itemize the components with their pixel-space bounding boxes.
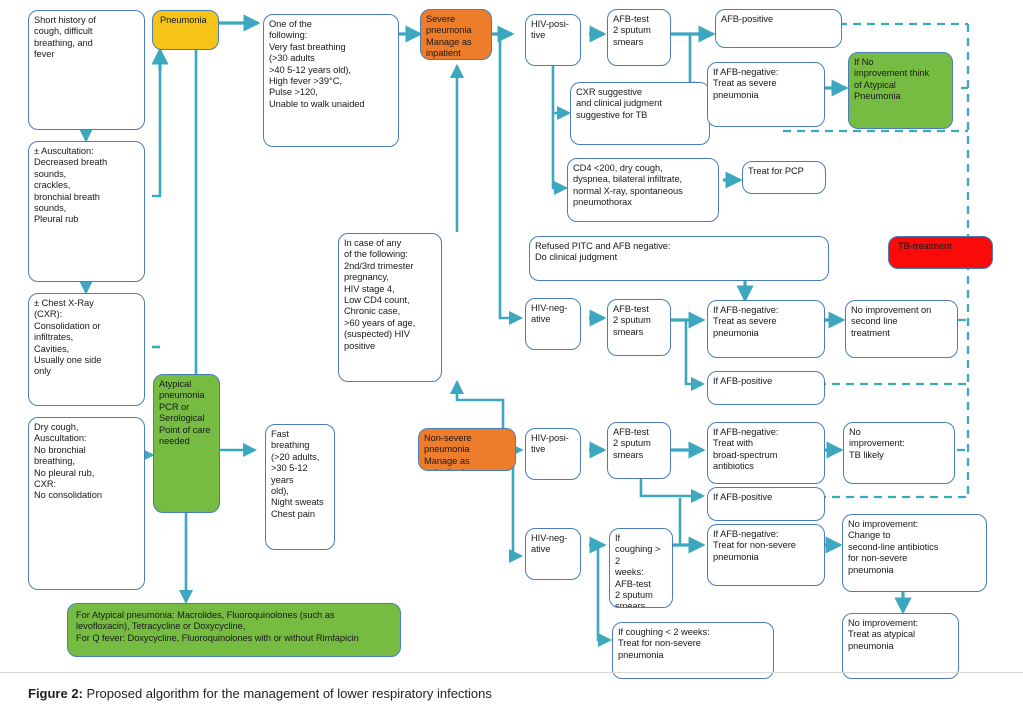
node-no-improvement-atypical[interactable]: If No improvement think of Atypical Pneu… [848,52,953,129]
node-one-of-following[interactable]: One of the following: Very fast breathin… [263,14,399,147]
node-no-improvement-change[interactable]: No improvement: Change to second-line an… [842,514,987,592]
node-no-improvement-second-line[interactable]: No improvement on second line treatment [845,300,958,358]
node-pneumonia[interactable]: Pneumonia [152,10,219,50]
node-refused-pitc[interactable]: Refused PITC and AFB negative: Do clinic… [529,236,829,281]
node-fast-breathing[interactable]: Fast breathing (>20 adults, >30 5-12 yea… [265,424,335,550]
node-afb-positive-3[interactable]: If AFB-positive [707,487,825,521]
node-hiv-negative-1[interactable]: HIV-neg- ative [525,298,581,350]
figure-caption-text: Proposed algorithm for the management of… [82,686,492,701]
node-hiv-positive-1[interactable]: HIV-posi- tive [525,14,581,66]
node-treat-for-pcp[interactable]: Treat for PCP [742,161,826,194]
node-afb-positive-2[interactable]: If AFB-positive [707,371,825,405]
node-hiv-positive-2[interactable]: HIV-posi- tive [525,428,581,480]
node-afb-negative-severe-1[interactable]: If AFB-negative: Treat as severe pneumon… [707,62,825,127]
node-afb-negative-severe-2[interactable]: If AFB-negative: Treat as severe pneumon… [707,300,825,358]
node-non-severe-pneumonia[interactable]: Non-severe pneumonia Manage as outpatien… [418,428,516,471]
node-in-case-of-any[interactable]: In case of any of the following: 2nd/3rd… [338,233,442,382]
node-afb-negative-nonsevere[interactable]: If AFB-negative: Treat for non-severe pn… [707,524,825,586]
node-atypical-treatment[interactable]: For Atypical pneumonia: Macrolides, Fluo… [67,603,401,657]
node-auscultation[interactable]: ± Auscultation: Decreased breath sounds,… [28,141,145,282]
figure-canvas: Short history of cough, difficult breath… [0,0,1023,715]
node-short-history[interactable]: Short history of cough, difficult breath… [28,10,145,130]
figure-label: Figure 2: [28,686,83,701]
node-cd4-under-200[interactable]: CD4 <200, dry cough, dyspnea, bilateral … [567,158,719,222]
node-afb-negative-broad[interactable]: If AFB-negative: Treat with broad-spectr… [707,422,825,484]
node-afb-test-2[interactable]: AFB-test 2 sputum smears [607,299,671,356]
caption-divider [0,672,1023,673]
node-cxr-suggestive[interactable]: CXR suggestive and clinical judgment sug… [570,82,710,145]
node-severe-pneumonia[interactable]: Severe pneumonia Manage as inpatient [420,9,492,60]
node-no-improvement-atypical-2[interactable]: No improvement: Treat as atypical pneumo… [842,613,959,679]
node-dry-cough[interactable]: Dry cough, Auscultation: No bronchial br… [28,417,145,590]
node-tb-treatment[interactable]: TB-treatment [888,236,993,269]
node-atypical-pcr[interactable]: Atypical pneumonia PCR or Serological Po… [153,374,220,513]
node-if-coughing-over-2[interactable]: If coughing > 2 weeks: AFB-test 2 sputum… [609,528,673,608]
figure-caption: Figure 2: Proposed algorithm for the man… [28,686,492,701]
node-if-coughing-under-2[interactable]: If coughing < 2 weeks: Treat for non-sev… [612,622,774,679]
node-hiv-negative-2[interactable]: HIV-neg- ative [525,528,581,580]
node-afb-test-3[interactable]: AFB-test 2 sputum smears [607,422,671,479]
node-no-improvement-tb-likely[interactable]: No improvement: TB likely [843,422,955,484]
node-chest-xray[interactable]: ± Chest X-Ray (CXR): Consolidation or in… [28,293,145,406]
node-afb-test-1[interactable]: AFB-test 2 sputum smears [607,9,671,66]
node-afb-positive-1[interactable]: AFB-positive [715,9,842,48]
